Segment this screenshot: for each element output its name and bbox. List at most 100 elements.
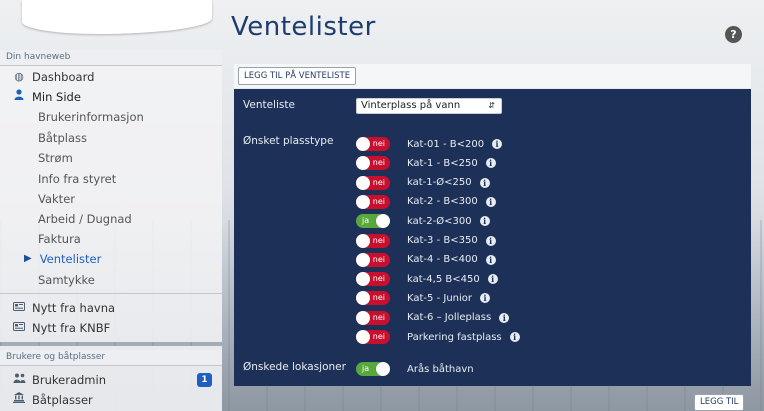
help-icon[interactable]: ? bbox=[725, 26, 742, 43]
sidebar-item-label: Nytt fra havna bbox=[32, 301, 116, 315]
toggle-state-label: ja bbox=[362, 364, 370, 373]
sidebar-item-label: Vakter bbox=[38, 192, 75, 206]
sidebar: Din havneweb ◍ Dashboard Min Side Bruker… bbox=[0, 0, 222, 411]
option-label: Kat-01 - B<200 bbox=[407, 138, 485, 150]
sidebar-item-label: Dashboard bbox=[32, 70, 95, 84]
plasstype-row: nei Kat-2 - B<300 i bbox=[356, 194, 496, 210]
sidebar-item-label: Min Side bbox=[32, 90, 81, 104]
option-label: Kat-5 - Junior bbox=[407, 292, 472, 304]
toggle-knob bbox=[356, 137, 370, 151]
toggle-knob bbox=[356, 233, 370, 248]
info-icon[interactable]: i bbox=[499, 312, 510, 323]
toggle-switch[interactable]: nei bbox=[356, 156, 390, 171]
sidebar-item-brukeradmin[interactable]: Brukeradmin 1 bbox=[0, 370, 222, 390]
plasstype-row: nei Kat-6 – Jolleplass i bbox=[356, 310, 510, 326]
lokasjon-row: ja Arås båthavn bbox=[356, 361, 474, 377]
info-icon[interactable]: i bbox=[479, 216, 490, 227]
sidebar-item-nytt-fra-knbf[interactable]: Nytt fra KNBF bbox=[0, 318, 222, 338]
toggle-state-label: nei bbox=[372, 196, 385, 206]
sidebar-item-batplass[interactable]: Båtplass bbox=[0, 128, 222, 148]
menu-divider bbox=[0, 293, 222, 294]
sidebar-item-info-fra-styret[interactable]: Info fra styret bbox=[0, 169, 222, 189]
info-icon[interactable]: i bbox=[485, 235, 496, 246]
sidebar-item-label: Brukerinformasjon bbox=[38, 110, 144, 124]
toggle-state-label: nei bbox=[372, 139, 385, 148]
venteliste-label: Venteliste bbox=[243, 99, 295, 111]
sidebar-item-batplasser[interactable]: Båtplasser bbox=[0, 390, 222, 410]
sidebar-item-min-side[interactable]: Min Side bbox=[0, 87, 222, 107]
toggle-state-label: nei bbox=[372, 235, 385, 245]
plasstype-row: nei Kat-3 - B<350 i bbox=[356, 233, 496, 249]
newspaper-icon bbox=[12, 318, 26, 338]
select-caret-icon: ⇵ bbox=[488, 101, 495, 110]
option-label: Parkering fastplass bbox=[407, 331, 502, 343]
notification-badge: 1 bbox=[197, 373, 212, 387]
info-icon[interactable]: i bbox=[485, 254, 496, 265]
users-icon bbox=[12, 370, 26, 390]
toggle-state-label: nei bbox=[372, 177, 385, 187]
venteliste-select[interactable]: Vinterplass på vann ⇵ bbox=[356, 98, 502, 114]
option-label: Kat-2 - B<300 bbox=[407, 196, 478, 208]
dashboard-icon: ◍ bbox=[14, 70, 24, 83]
sidebar-item-samtykke[interactable]: Samtykke bbox=[0, 270, 222, 290]
toggle-switch[interactable]: nei bbox=[356, 310, 390, 325]
toggle-switch[interactable]: nei bbox=[356, 137, 390, 151]
toggle-switch[interactable]: nei bbox=[356, 194, 390, 209]
sidebar-item-brukerinformasjon[interactable]: Brukerinformasjon bbox=[0, 107, 222, 127]
toggle-state-label: nei bbox=[372, 293, 385, 303]
plasstype-row: nei Kat-5 - Junior i bbox=[356, 290, 490, 306]
sidebar-item-faktura[interactable]: Faktura bbox=[0, 229, 222, 249]
info-icon[interactable]: i bbox=[480, 293, 490, 304]
toggle-knob bbox=[356, 252, 370, 267]
toggle-knob bbox=[356, 291, 370, 306]
sidebar-item-dashboard[interactable]: ◍ Dashboard bbox=[0, 67, 222, 87]
toggle-switch[interactable]: nei bbox=[356, 175, 390, 190]
toggle-knob bbox=[356, 272, 370, 287]
info-icon[interactable]: i bbox=[492, 139, 503, 149]
add-button[interactable]: LEGG TIL bbox=[694, 394, 745, 411]
toggle-switch[interactable]: nei bbox=[356, 252, 390, 267]
toggle-switch[interactable]: nei bbox=[356, 272, 390, 287]
plasstype-row: nei Kat-4 - B<400 i bbox=[356, 252, 496, 268]
toggle-switch[interactable]: ja bbox=[356, 214, 390, 229]
logo bbox=[22, 0, 212, 34]
info-icon[interactable]: i bbox=[509, 332, 520, 342]
user-icon bbox=[12, 87, 26, 107]
toggle-knob bbox=[356, 194, 370, 209]
add-to-waitlist-button[interactable]: LEGG TIL PÅ VENTELISTE bbox=[238, 67, 357, 85]
option-label: Kat-3 - B<350 bbox=[407, 235, 478, 246]
section-title-brukere: Brukere og båtplasser bbox=[0, 350, 222, 366]
sidebar-item-vakter[interactable]: Vakter bbox=[0, 189, 222, 209]
option-label: kat-4,5 B<450 bbox=[407, 273, 480, 285]
toggle-switch[interactable]: nei bbox=[356, 330, 390, 344]
toggle-switch[interactable]: nei bbox=[356, 291, 390, 306]
toggle-knob bbox=[356, 310, 370, 325]
option-label: Kat-4 - B<400 bbox=[407, 254, 478, 266]
sidebar-item-ventelister[interactable]: ▶ Ventelister bbox=[0, 249, 222, 269]
sidebar-item-strom[interactable]: Strøm bbox=[0, 148, 222, 168]
plasstype-row: nei Kat-01 - B<200 i bbox=[356, 136, 503, 152]
harbor-icon bbox=[12, 390, 26, 410]
toggle-knob bbox=[376, 214, 390, 229]
newspaper-icon bbox=[12, 298, 26, 318]
sidebar-item-arbeid-dugnad[interactable]: Arbeid / Dugnad bbox=[0, 209, 222, 229]
toggle-knob bbox=[356, 156, 370, 171]
info-icon[interactable]: i bbox=[485, 158, 496, 169]
sidebar-item-nytt-fra-havna[interactable]: Nytt fra havna bbox=[0, 298, 222, 318]
toggle-switch[interactable]: nei bbox=[356, 233, 390, 248]
toggle-state-label: nei bbox=[372, 332, 385, 341]
toggle-state-label: nei bbox=[372, 312, 385, 322]
sidebar-item-label: Arbeid / Dugnad bbox=[38, 212, 132, 226]
info-icon[interactable]: i bbox=[487, 274, 498, 285]
plasstype-row: nei kat-4,5 B<450 i bbox=[356, 271, 498, 287]
sidebar-item-label: Nytt fra KNBF bbox=[32, 321, 111, 335]
toggle-state-label: nei bbox=[372, 158, 385, 168]
sidebar-item-label: Strøm bbox=[38, 151, 73, 165]
option-label: Kat-6 – Jolleplass bbox=[407, 312, 492, 324]
info-icon[interactable]: i bbox=[485, 196, 496, 207]
plasstype-label: Ønsket plasstype bbox=[243, 135, 334, 147]
option-label: kat-2-Ø<300 bbox=[407, 215, 472, 227]
info-icon[interactable]: i bbox=[479, 177, 490, 188]
toggle-switch[interactable]: ja bbox=[356, 362, 390, 376]
toggle-state-label: nei bbox=[372, 254, 385, 264]
